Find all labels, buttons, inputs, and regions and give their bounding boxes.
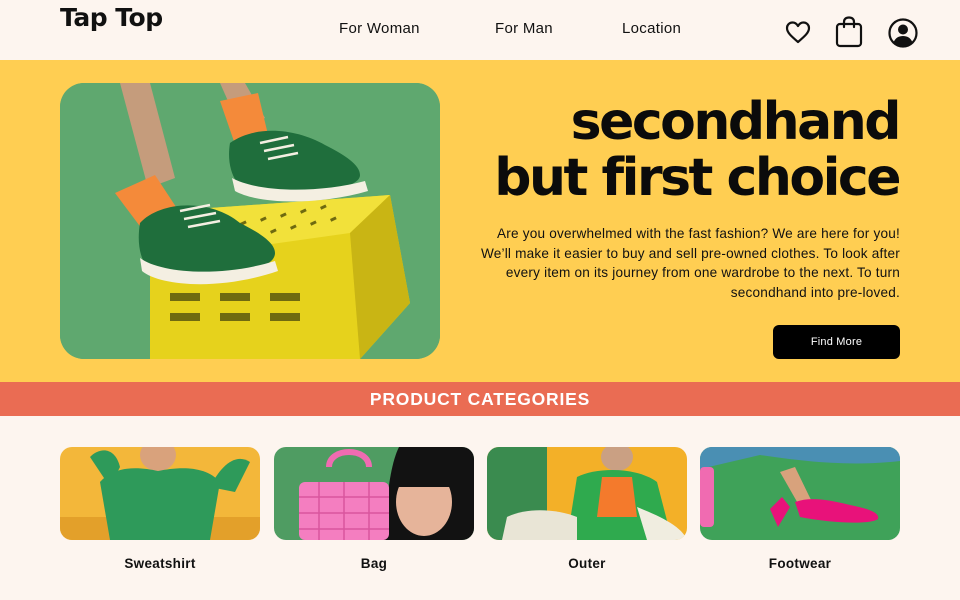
category-label-outer[interactable]: Outer: [487, 556, 687, 571]
category-label-footwear[interactable]: Footwear: [700, 556, 900, 571]
category-label-sweatshirt[interactable]: Sweatshirt: [60, 556, 260, 571]
category-card-sweatshirt[interactable]: [60, 447, 260, 540]
hero-section: secondhand but first choice Are you over…: [0, 60, 960, 382]
outer-image: [487, 447, 687, 540]
hero-headline-line1: secondhand: [570, 92, 902, 152]
footwear-image: [700, 447, 900, 540]
category-card-outer[interactable]: [487, 447, 687, 540]
nav-location[interactable]: Location: [622, 20, 681, 37]
bag-image: [274, 447, 474, 540]
product-categories-heading: PRODUCT CATEGORIES: [0, 382, 960, 416]
category-card-bag[interactable]: [274, 447, 474, 540]
shopping-bag-icon[interactable]: [834, 15, 864, 48]
hero-headline-line2: but first choice: [494, 148, 901, 208]
brand-logo[interactable]: Tap Top: [60, 3, 163, 32]
category-label-bag[interactable]: Bag: [274, 556, 474, 571]
category-card-footwear[interactable]: [700, 447, 900, 540]
find-more-button[interactable]: Find More: [773, 325, 900, 359]
nav-for-man[interactable]: For Man: [495, 20, 553, 37]
sweatshirt-image: [60, 447, 260, 540]
nav-for-woman[interactable]: For Woman: [339, 20, 420, 37]
top-header: Tap Top For Woman For Man Location: [0, 0, 960, 60]
hero-headline: secondhand but first choice: [494, 92, 902, 208]
user-account-icon[interactable]: [887, 17, 918, 48]
hero-description: Are you overwhelmed with the fast fashio…: [480, 226, 900, 300]
hero-sneakers-image: [60, 83, 440, 359]
heart-icon[interactable]: [783, 17, 813, 47]
